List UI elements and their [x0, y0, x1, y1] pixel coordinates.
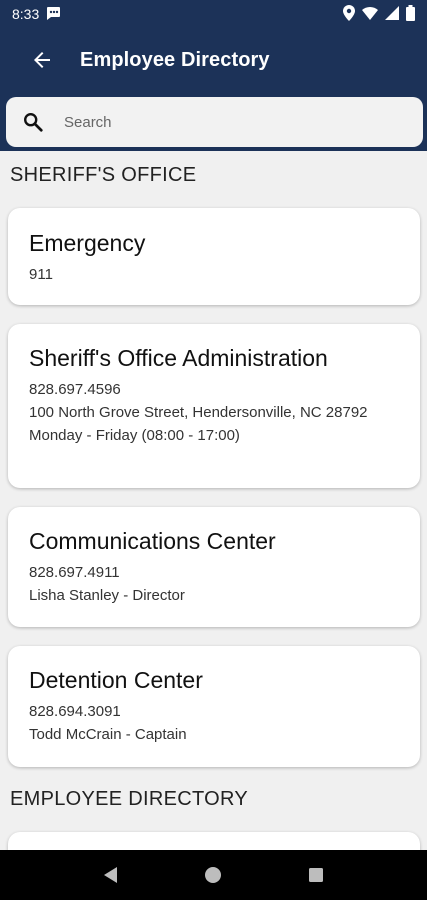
directory-card-detention[interactable]: Detention Center 828.694.3091 Todd McCra…: [8, 646, 420, 767]
arrow-left-icon: [34, 52, 50, 68]
home-circle-icon: [205, 867, 222, 883]
search-bar[interactable]: [6, 97, 423, 147]
back-triangle-icon: [104, 867, 118, 883]
search-input[interactable]: [64, 113, 364, 131]
card-phone: 911: [29, 266, 53, 283]
wifi-icon: [362, 6, 378, 23]
back-button[interactable]: [28, 46, 56, 74]
directory-card-emergency[interactable]: Emergency 911: [8, 208, 420, 305]
status-bar: 8:33: [0, 0, 427, 28]
page-title: Employee Directory: [80, 48, 270, 71]
card-contact: Todd McCrain - Captain: [29, 726, 187, 743]
system-nav-bar: [0, 850, 427, 900]
directory-card-communications[interactable]: Communications Center 828.697.4911 Lisha…: [8, 507, 420, 627]
section-header-employee-directory: EMPLOYEE DIRECTORY: [10, 788, 249, 810]
card-hours: Monday - Friday (08:00 - 17:00): [29, 427, 240, 444]
card-phone: 828.697.4596: [29, 381, 121, 398]
nav-back-button[interactable]: [91, 855, 131, 895]
card-phone: 828.697.4911: [29, 564, 120, 581]
card-address: 100 North Grove Street, Hendersonville, …: [29, 404, 368, 421]
card-contact: Lisha Stanley - Director: [29, 587, 185, 604]
card-phone: 828.694.3091: [29, 703, 121, 720]
message-icon: [45, 6, 61, 23]
card-title: Emergency: [29, 230, 146, 256]
status-time: 8:33: [12, 6, 40, 22]
card-title: Sheriff's Office Administration: [29, 345, 328, 371]
nav-home-button[interactable]: [193, 855, 233, 895]
nav-recents-button[interactable]: [296, 855, 336, 895]
search-icon: [20, 109, 46, 135]
section-header-sheriffs-office: SHERIFF'S OFFICE: [10, 164, 197, 186]
card-title: Detention Center: [29, 667, 203, 693]
screen: 8:33 Employee Directory Search SHERIFF'S…: [0, 0, 427, 900]
directory-card-administration[interactable]: Sheriff's Office Administration 828.697.…: [8, 324, 420, 488]
card-title: Communications Center: [29, 528, 276, 554]
signal-icon: [385, 5, 399, 23]
recents-square-icon: [308, 868, 323, 882]
battery-icon: [406, 4, 415, 24]
location-icon: [343, 4, 355, 24]
header: 8:33 Employee Directory Search: [0, 0, 427, 151]
app-bar: Employee Directory: [0, 28, 427, 92]
